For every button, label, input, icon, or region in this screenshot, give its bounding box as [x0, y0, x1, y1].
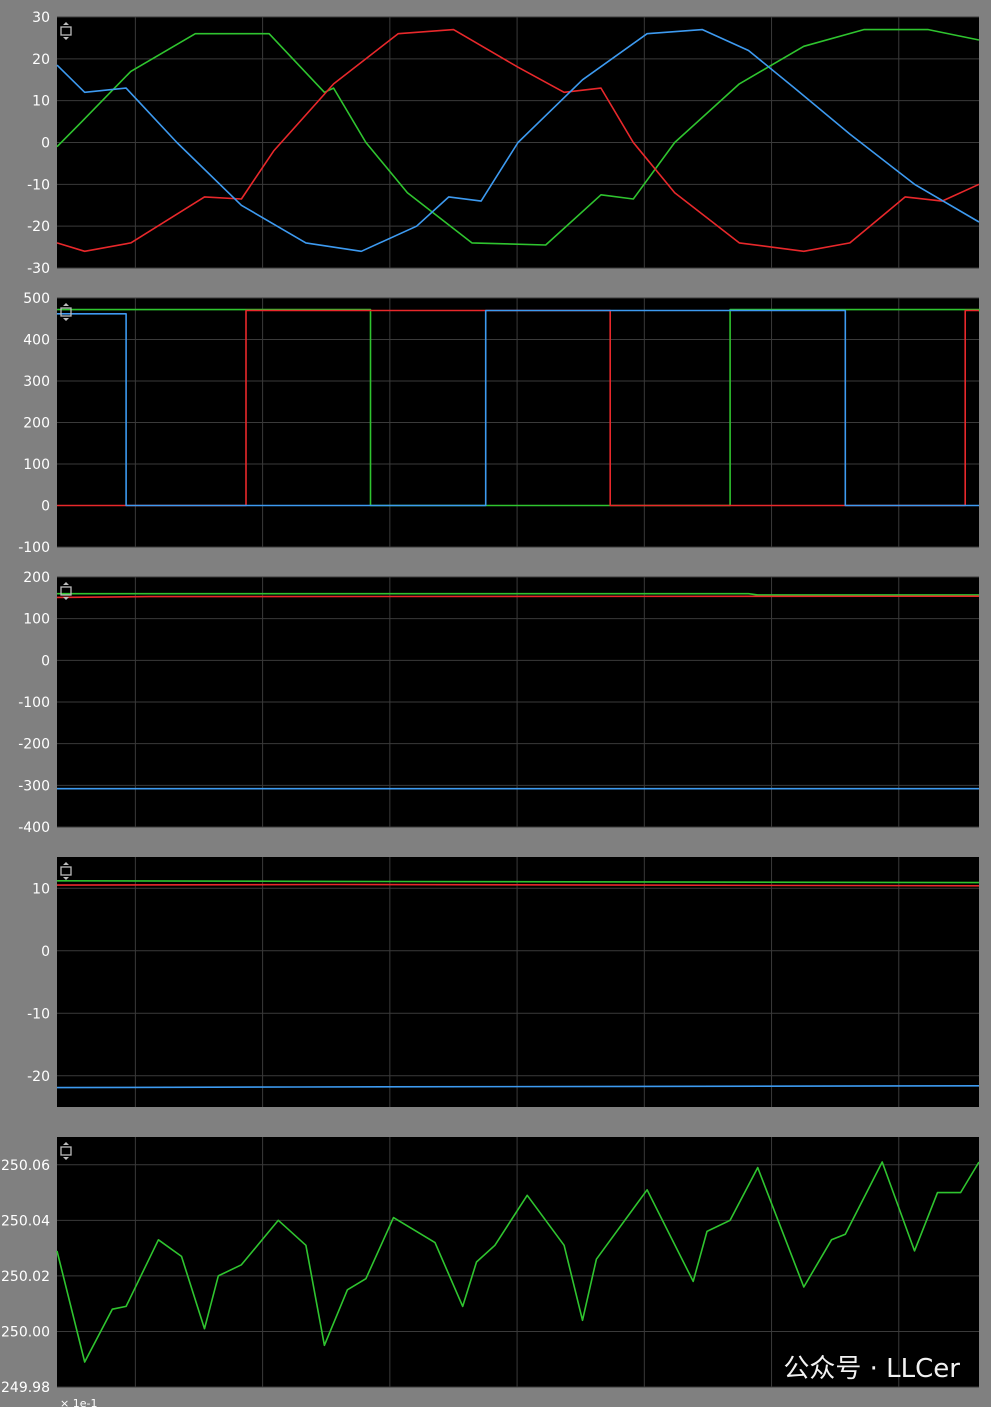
- y-tick-label: 100: [23, 612, 50, 628]
- y-tick-label: -100: [18, 540, 50, 556]
- y-tick-label: 250.00: [1, 1324, 50, 1340]
- plot-area: [57, 1137, 979, 1387]
- y-tick-label: 30: [32, 10, 50, 26]
- watermark: 公众号 · LLCer: [783, 1354, 960, 1384]
- y-tick-label: -20: [27, 1069, 50, 1085]
- y-tick-label: -30: [27, 261, 50, 277]
- y-tick-label: 0: [41, 653, 50, 669]
- y-tick-label: 20: [32, 52, 50, 68]
- plot-area: [57, 857, 979, 1107]
- y-tick-label: 0: [41, 499, 50, 515]
- y-tick-label: 500: [23, 291, 50, 307]
- y-tick-label: -20: [27, 219, 50, 235]
- chart-panel-2: 500 400 300 200 100 0 -100: [18, 291, 980, 556]
- y-tick-label: 10: [32, 881, 50, 897]
- y-tick-label: -200: [18, 737, 50, 753]
- y-tick-label: -400: [18, 820, 50, 836]
- y-tick-label: 400: [23, 333, 50, 349]
- y-tick-label: 10: [32, 94, 50, 110]
- chart-panel-4: 10 0 -10 -20: [27, 857, 980, 1107]
- y-tick-label: -300: [18, 778, 50, 794]
- y-tick-label: 249.98: [1, 1380, 50, 1396]
- y-tick-label: 0: [41, 944, 50, 960]
- y-tick-label: 200: [23, 570, 50, 586]
- x-axis-footer: × 1e-1: [60, 1397, 97, 1407]
- y-tick-label: 250.04: [1, 1213, 50, 1229]
- y-tick-label: 300: [23, 374, 50, 390]
- y-tick-label: -10: [27, 1006, 50, 1022]
- y-tick-label: -100: [18, 695, 50, 711]
- y-tick-label: -10: [27, 177, 50, 193]
- oscilloscope-panels: 3020100-10-20-305004003002001000-1002001…: [0, 0, 991, 1407]
- y-tick-label: 250.06: [1, 1158, 50, 1174]
- chart-panel-1: 30 20 10 0 -10 -20 -30: [27, 10, 980, 277]
- y-tick-label: 250.02: [1, 1269, 50, 1285]
- y-tick-label: 100: [23, 457, 50, 473]
- chart-panel-3: 200 100 0 -100 -200 -300 -400: [18, 570, 980, 836]
- y-tick-label: 200: [23, 416, 50, 432]
- y-tick-label: 0: [41, 136, 50, 152]
